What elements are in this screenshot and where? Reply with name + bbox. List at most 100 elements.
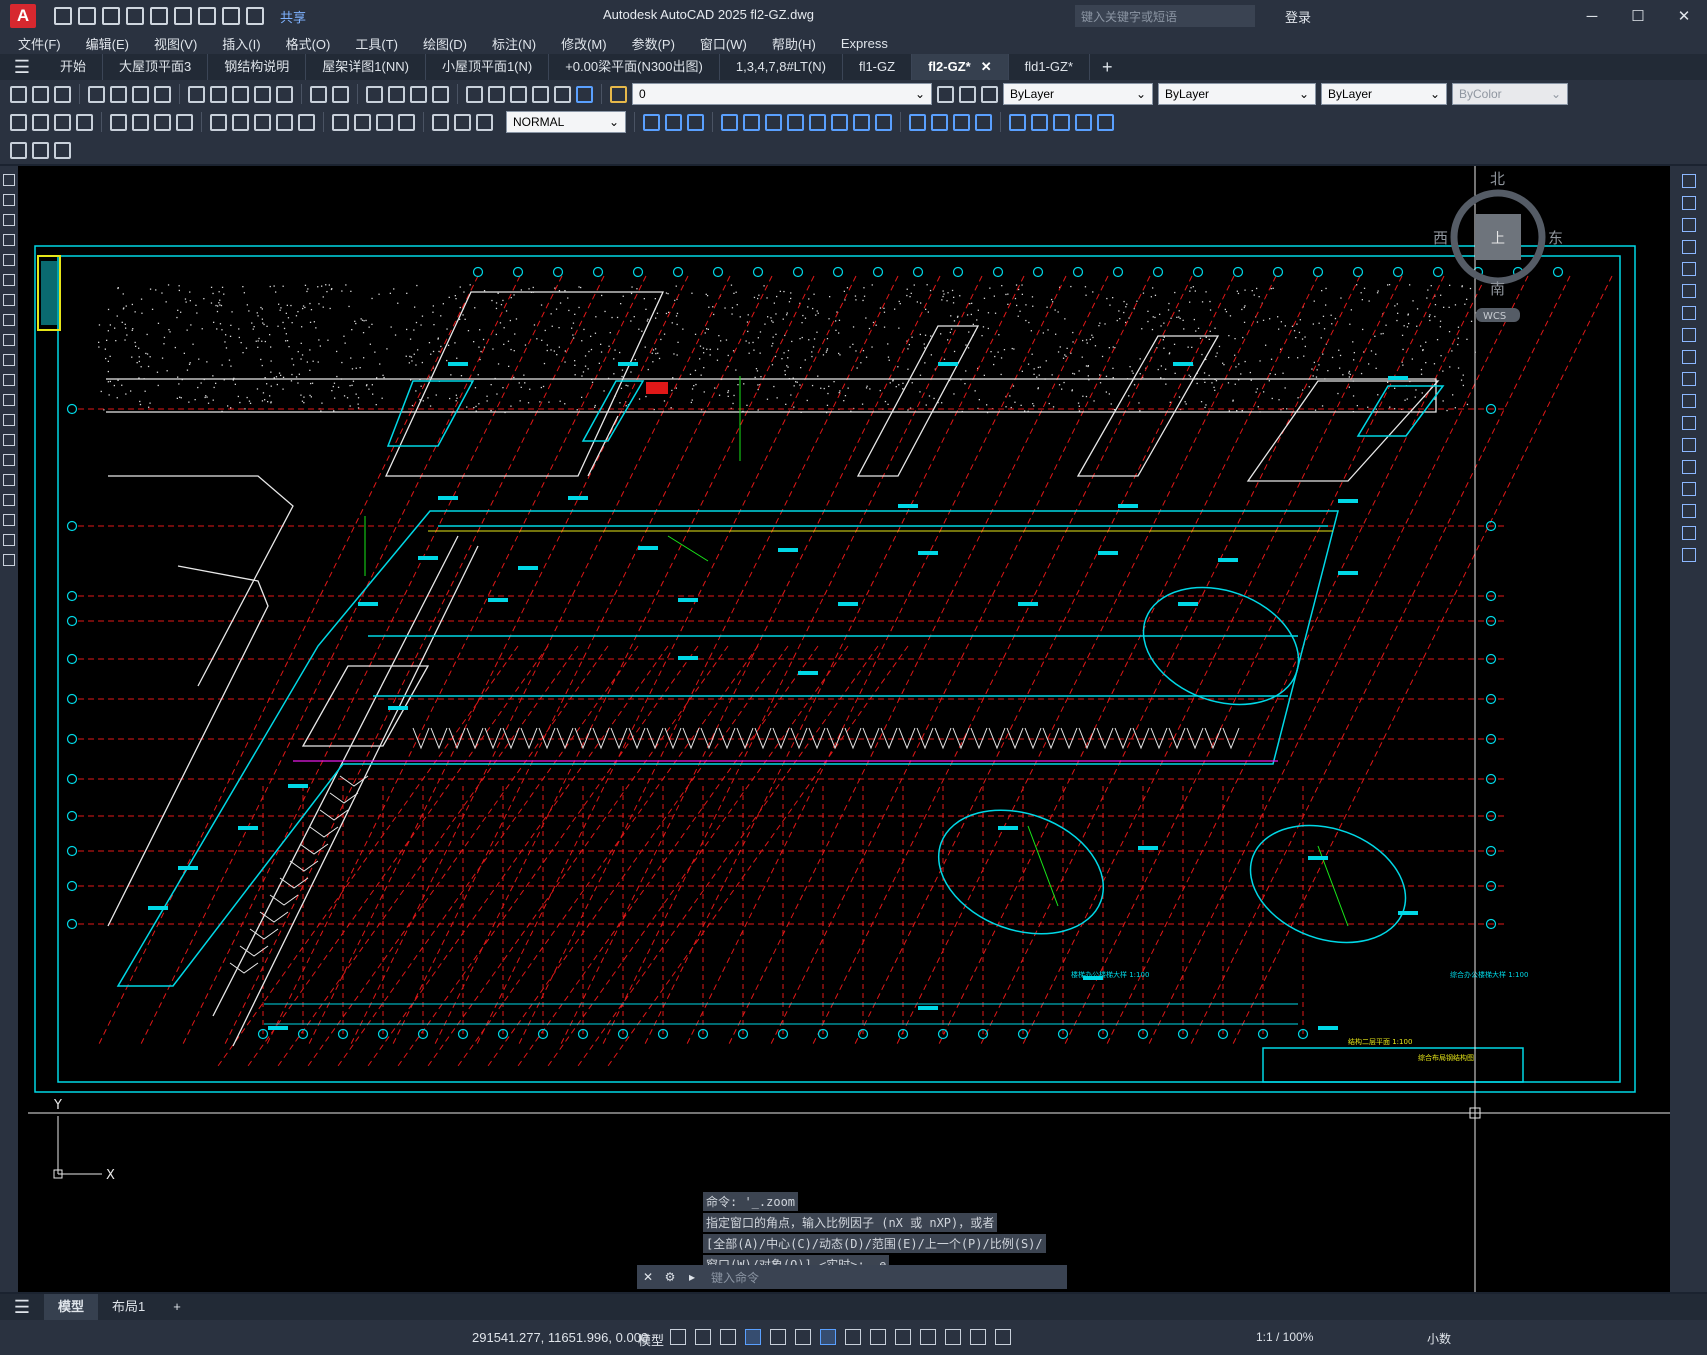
undo-icon[interactable] xyxy=(310,85,327,103)
intersect-icon[interactable] xyxy=(687,113,704,131)
units-selector[interactable]: 小数 xyxy=(1427,1330,1451,1347)
dimension-text-edit-icon[interactable] xyxy=(454,113,471,131)
command-close-icon[interactable]: ✕ xyxy=(637,1270,659,1284)
annotation-scale[interactable]: 1:1 / 100% xyxy=(1256,1330,1313,1344)
drawing-svg[interactable]: 楼梯办公楼梯大样 1:100 综合办公楼梯大样 1:100 结构二层平面 1:1… xyxy=(18,166,1670,1292)
subtract-icon[interactable] xyxy=(665,113,682,131)
new-tab-button[interactable]: + xyxy=(1090,57,1125,78)
match-properties-icon[interactable] xyxy=(254,85,271,103)
properties-icon[interactable] xyxy=(466,85,483,103)
break-at-point-icon[interactable] xyxy=(1681,416,1696,430)
multiline-text-icon[interactable] xyxy=(3,534,15,546)
model-space-toggle[interactable]: 模型 xyxy=(638,1330,664,1349)
layout-menu-icon[interactable]: ☰ xyxy=(0,1297,44,1318)
design-center-icon[interactable] xyxy=(488,85,505,103)
layer-combo[interactable]: 0 ⌄ xyxy=(632,83,932,105)
polygon-icon[interactable] xyxy=(3,234,15,246)
publish-icon[interactable] xyxy=(132,85,149,103)
rectangle-icon[interactable] xyxy=(3,254,15,266)
aligned-dimension-icon[interactable] xyxy=(32,113,49,131)
construction-line-icon[interactable] xyxy=(3,194,15,206)
osnap-toggle-icon[interactable] xyxy=(820,1329,836,1345)
copy-icon[interactable] xyxy=(1681,196,1696,210)
menu-item[interactable]: Express xyxy=(841,36,888,51)
search-input[interactable]: 键入关键字或短语 xyxy=(1075,5,1255,27)
layout-tab[interactable]: 模型 xyxy=(44,1294,99,1320)
jogged-linear-icon[interactable] xyxy=(398,113,415,131)
move-faces-icon[interactable] xyxy=(743,113,760,131)
mirror-icon[interactable] xyxy=(1681,218,1696,232)
undo-icon[interactable] xyxy=(222,7,240,25)
clean-icon[interactable] xyxy=(931,113,948,131)
block-attribute-icon[interactable] xyxy=(10,141,27,159)
save-icon[interactable] xyxy=(102,7,120,25)
extract-edges-icon[interactable] xyxy=(1097,113,1114,131)
file-tab[interactable]: 钢结构说明 xyxy=(208,54,307,80)
file-tab[interactable]: fld1-GZ* xyxy=(1009,54,1091,80)
sheet-set-icon[interactable] xyxy=(532,85,549,103)
region-icon[interactable] xyxy=(3,494,15,506)
isodraft-toggle-icon[interactable] xyxy=(770,1329,786,1345)
union-icon[interactable] xyxy=(643,113,660,131)
close-tab-icon[interactable]: ✕ xyxy=(981,59,992,74)
polar-toggle-icon[interactable] xyxy=(745,1329,761,1345)
rotate-faces-icon[interactable] xyxy=(809,113,826,131)
cut-icon[interactable] xyxy=(188,85,205,103)
break-icon[interactable] xyxy=(298,113,315,131)
file-tab[interactable]: 1,3,4,7,8#LT(N) xyxy=(720,54,843,80)
menu-item[interactable]: 修改(M) xyxy=(561,34,607,53)
plot-preview-icon[interactable] xyxy=(110,85,127,103)
file-tab[interactable]: 屋架详图1(NN) xyxy=(306,54,426,80)
spline-icon[interactable] xyxy=(3,334,15,346)
color-combo[interactable]: ByLayer ⌄ xyxy=(1003,83,1153,105)
attribute-extract-icon[interactable] xyxy=(54,141,71,159)
linear-dimension-icon[interactable] xyxy=(10,113,27,131)
space-icon[interactable] xyxy=(276,113,293,131)
check-icon[interactable] xyxy=(1009,113,1026,131)
delete-faces-icon[interactable] xyxy=(787,113,804,131)
shell-icon[interactable] xyxy=(975,113,992,131)
ordinate-icon[interactable] xyxy=(76,113,93,131)
coordinates-readout[interactable]: 291541.277, 11651.996, 0.000 xyxy=(472,1330,648,1345)
angular-icon[interactable] xyxy=(176,113,193,131)
zoom-previous-icon[interactable] xyxy=(432,85,449,103)
dynamic-ucs-toggle-icon[interactable] xyxy=(945,1329,961,1345)
menu-item[interactable]: 视图(V) xyxy=(154,34,197,53)
drawing-canvas[interactable]: 楼梯办公楼梯大样 1:100 综合办公楼梯大样 1:100 结构二层平面 1:1… xyxy=(18,166,1670,1292)
save-as-icon[interactable] xyxy=(126,7,144,25)
menu-item[interactable]: 编辑(E) xyxy=(86,34,129,53)
inspection-icon[interactable] xyxy=(376,113,393,131)
erase-icon[interactable] xyxy=(1681,174,1696,188)
scale-icon[interactable] xyxy=(1681,328,1696,342)
linetype-combo[interactable]: ByLayer ⌄ xyxy=(1158,83,1316,105)
redo-icon[interactable] xyxy=(332,85,349,103)
command-prompt-icon[interactable]: ▸ xyxy=(681,1270,703,1284)
copy-faces-icon[interactable] xyxy=(853,113,870,131)
arc-icon[interactable] xyxy=(3,274,15,286)
block-editor-icon[interactable] xyxy=(276,85,293,103)
file-tab[interactable]: fl1-GZ xyxy=(843,54,913,80)
redo-icon[interactable] xyxy=(246,7,264,25)
make-block-icon[interactable] xyxy=(3,414,15,426)
command-input[interactable]: 键入命令 xyxy=(711,1269,759,1286)
ellipse-icon[interactable] xyxy=(3,354,15,366)
viewcube-east-label[interactable]: 东 xyxy=(1548,229,1563,247)
layout-tab[interactable]: 布局1 xyxy=(98,1294,159,1320)
arc-length-icon[interactable] xyxy=(54,113,71,131)
line-icon[interactable] xyxy=(3,174,15,186)
file-tabs-menu-icon[interactable]: ☰ xyxy=(0,57,44,78)
offset-icon[interactable] xyxy=(1681,240,1696,254)
plot-icon[interactable] xyxy=(88,85,105,103)
new-layout-button[interactable]: + xyxy=(159,1294,195,1320)
zoom-realtime-icon[interactable] xyxy=(388,85,405,103)
table-icon[interactable] xyxy=(3,514,15,526)
menu-item[interactable]: 工具(T) xyxy=(355,34,398,53)
imprint-icon[interactable] xyxy=(909,113,926,131)
extrude-faces-icon[interactable] xyxy=(721,113,738,131)
zoom-window-icon[interactable] xyxy=(410,85,427,103)
file-tab[interactable]: 大屋顶平面3 xyxy=(103,54,209,80)
radius-icon[interactable] xyxy=(110,113,127,131)
viewcube[interactable]: 上 北 南 东 西 WCS xyxy=(1433,170,1563,322)
open-file-icon[interactable] xyxy=(78,7,96,25)
pan-icon[interactable] xyxy=(366,85,383,103)
